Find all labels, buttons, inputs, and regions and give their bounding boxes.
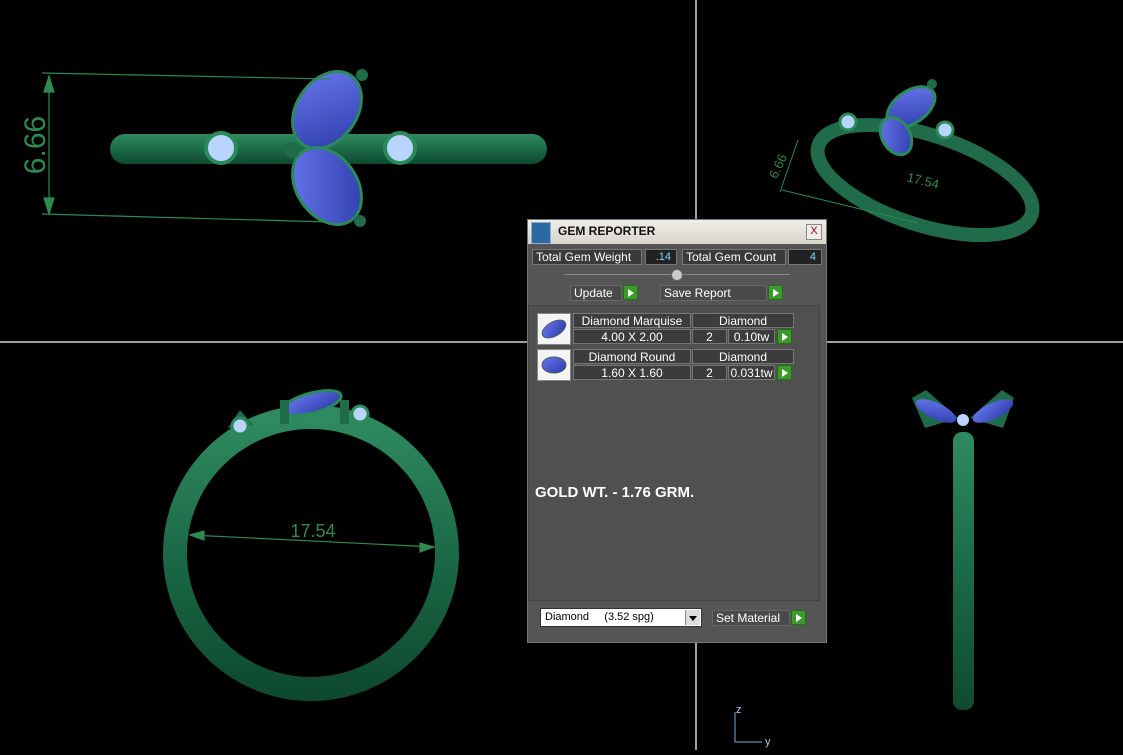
gold-weight-note: GOLD WT. - 1.76 GRM.: [535, 484, 695, 501]
gem-weight-cell: 0.031tw: [728, 365, 775, 380]
gem-material-cell: Diamond: [692, 349, 794, 364]
gem-reporter-panel[interactable]: GEM REPORTER X Total Gem Weight .14 Tota…: [527, 219, 827, 643]
iso-width-label: 17.54: [905, 169, 940, 191]
set-material-button[interactable]: [791, 610, 806, 625]
ring-side-view: [912, 390, 1014, 710]
total-gem-weight-value: .14: [645, 249, 677, 265]
gem-row-round[interactable]: Diamond Round Diamond 1.60 X 1.60 2 0.03…: [537, 349, 795, 383]
gem-list[interactable]: Diamond Marquise Diamond 4.00 X 2.00 2 0…: [528, 305, 820, 601]
gem-size-cell: 4.00 X 2.00: [573, 329, 691, 344]
update-button[interactable]: [623, 285, 638, 300]
front-dimension-label: 17.54: [290, 521, 335, 541]
axis-z-label: z: [736, 704, 742, 716]
gem-count-cell: 2: [692, 365, 727, 380]
gem-row-marquise[interactable]: Diamond Marquise Diamond 4.00 X 2.00 2 0…: [537, 313, 795, 347]
gem-material-cell: Diamond: [692, 313, 794, 328]
top-dimension-label: 6.66: [19, 116, 52, 174]
gem-reporter-titlebar[interactable]: GEM REPORTER X: [528, 220, 826, 244]
round-gem-thumbnail: [537, 349, 571, 381]
chevron-down-icon[interactable]: [685, 610, 700, 625]
slider-knob[interactable]: [671, 269, 683, 281]
marquise-gem-thumbnail: [537, 313, 571, 345]
gem-reporter-title: GEM REPORTER: [558, 224, 656, 238]
set-material-button-label[interactable]: Set Material: [712, 610, 790, 626]
save-report-button-label[interactable]: Save Report: [660, 285, 767, 301]
gem-reporter-app-icon: [531, 222, 551, 244]
ring-isometric-view: [810, 79, 1040, 243]
material-select[interactable]: Diamond (3.52 spg): [540, 608, 702, 627]
save-report-button[interactable]: [768, 285, 783, 300]
total-gem-count-value: 4: [788, 249, 822, 265]
axis-y-label: y: [765, 736, 771, 748]
update-button-label[interactable]: Update: [570, 285, 622, 301]
gem-row-select-button[interactable]: [777, 365, 792, 380]
gem-count-cell: 2: [692, 329, 727, 344]
gem-name-cell: Diamond Marquise: [573, 313, 691, 328]
axis-triad: [734, 712, 762, 743]
gem-weight-cell: 0.10tw: [728, 329, 775, 344]
gem-name-cell: Diamond Round: [573, 349, 691, 364]
total-gem-weight-label: Total Gem Weight: [532, 249, 642, 265]
iso-height-label: 6.66: [766, 151, 790, 180]
material-select-value: Diamond (3.52 spg): [545, 611, 654, 623]
ring-top-view: [110, 69, 547, 227]
gem-size-cell: 1.60 X 1.60: [573, 365, 691, 380]
gem-row-select-button[interactable]: [777, 329, 792, 344]
close-button[interactable]: X: [806, 224, 822, 240]
total-gem-count-label: Total Gem Count: [682, 249, 786, 265]
